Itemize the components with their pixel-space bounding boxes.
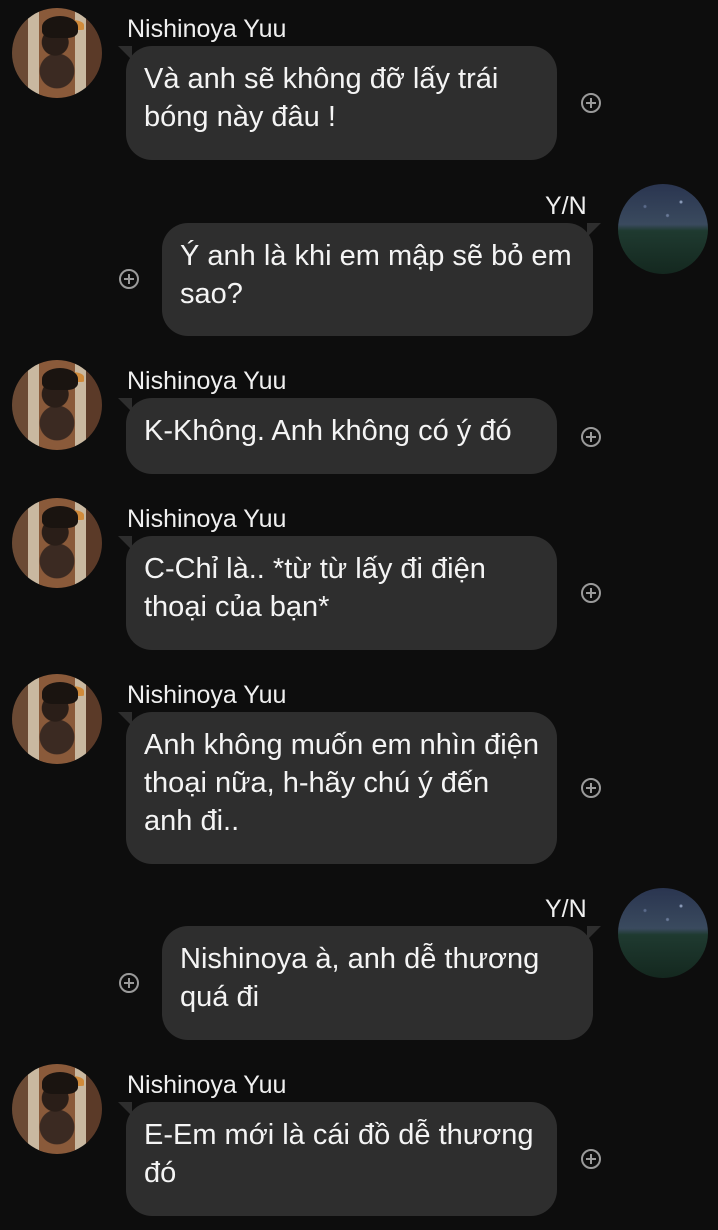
message-text: Nishinoya à, anh dễ thương quá đi	[180, 943, 540, 1013]
message-text: C-Chỉ là.. *từ từ lấy đi điện thoại của …	[144, 553, 486, 623]
message-bubble[interactable]: Ý anh là khi em mập sẽ bỏ em sao?	[162, 223, 601, 336]
sender-name: Y/N	[545, 192, 587, 220]
message-bubble[interactable]: C-Chỉ là.. *từ từ lấy đi điện thoại của …	[118, 536, 557, 650]
plus-circle-icon[interactable]	[581, 93, 601, 113]
message-bubble[interactable]: K-Không. Anh không có ý đó	[118, 398, 557, 474]
message-text: Và anh sẽ không đỡ lấy trái bóng này đâu…	[144, 63, 499, 133]
message-bubble[interactable]: Anh không muốn em nhìn điện thoại nữa, h…	[118, 712, 557, 864]
plus-circle-icon[interactable]	[119, 269, 139, 289]
yn-avatar[interactable]	[618, 184, 708, 274]
plus-circle-icon[interactable]	[581, 1149, 601, 1169]
sender-name: Y/N	[545, 895, 587, 923]
message-bubble[interactable]: Nishinoya à, anh dễ thương quá đi	[162, 926, 601, 1040]
sender-name: Nishinoya Yuu	[127, 367, 287, 395]
yn-avatar[interactable]	[618, 888, 708, 978]
message-bubble[interactable]: E-Em mới là cái đồ dễ thương đó	[118, 1102, 557, 1216]
plus-circle-icon[interactable]	[581, 778, 601, 798]
message-text: E-Em mới là cái đồ dễ thương đó	[144, 1119, 534, 1189]
plus-circle-icon[interactable]	[119, 973, 139, 993]
nishinoya-avatar[interactable]	[12, 360, 102, 450]
nishinoya-avatar[interactable]	[12, 1064, 102, 1154]
sender-name: Nishinoya Yuu	[127, 681, 287, 709]
plus-circle-icon[interactable]	[581, 583, 601, 603]
nishinoya-avatar[interactable]	[12, 498, 102, 588]
nishinoya-avatar[interactable]	[12, 8, 102, 98]
message-text: Anh không muốn em nhìn điện thoại nữa, h…	[144, 729, 539, 837]
message-text: Ý anh là khi em mập sẽ bỏ em sao?	[180, 240, 572, 310]
sender-name: Nishinoya Yuu	[127, 505, 287, 533]
chat-thread: Nishinoya Yuu Và anh sẽ không đỡ lấy trá…	[0, 0, 718, 1230]
nishinoya-avatar[interactable]	[12, 674, 102, 764]
sender-name: Nishinoya Yuu	[127, 1071, 287, 1099]
plus-circle-icon[interactable]	[581, 427, 601, 447]
message-bubble[interactable]: Và anh sẽ không đỡ lấy trái bóng này đâu…	[118, 46, 557, 160]
message-text: K-Không. Anh không có ý đó	[144, 415, 512, 447]
sender-name: Nishinoya Yuu	[127, 15, 287, 43]
